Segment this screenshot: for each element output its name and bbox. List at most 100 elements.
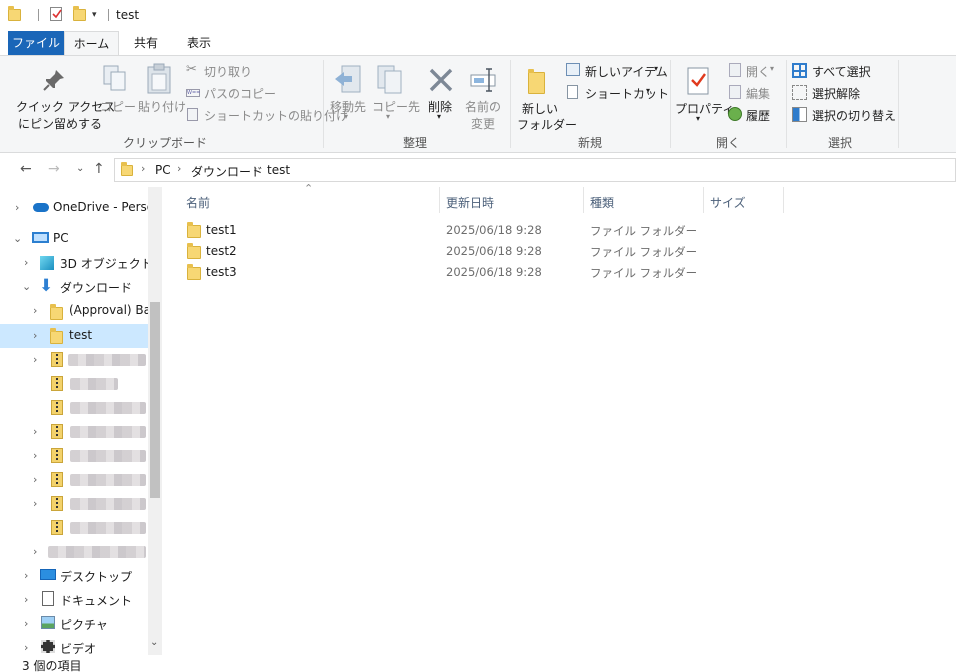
select-all-button[interactable]: すべて選択 (792, 62, 882, 80)
chevron-right-icon[interactable]: › (33, 449, 37, 462)
history-button[interactable]: 履歴 (728, 106, 780, 124)
recent-dropdown-icon[interactable]: ⌄ (76, 163, 84, 174)
rename-label-1: 名前の (465, 100, 502, 114)
move-to-button[interactable]: 移動先 ▾ (328, 60, 368, 126)
nav-item-onedrive[interactable]: › OneDrive - Personal (0, 196, 148, 220)
column-header-type[interactable]: 種類 (590, 194, 614, 211)
qa-separator (38, 9, 39, 21)
edit-button[interactable]: 編集 (728, 84, 780, 102)
chevron-right-icon[interactable]: › (33, 425, 37, 438)
breadcrumb-pc[interactable]: PC (155, 163, 171, 177)
chevron-right-icon[interactable]: › (24, 617, 28, 630)
back-button[interactable]: ← (20, 161, 32, 177)
chevron-right-icon[interactable]: › (33, 353, 37, 366)
chevron-down-icon[interactable]: ⌄ (13, 232, 22, 245)
rename-button[interactable]: 名前の 変更 (462, 60, 506, 131)
breadcrumb-test[interactable]: test (267, 163, 290, 177)
nav-item-redacted[interactable] (0, 372, 148, 396)
zip-folder-icon (51, 400, 63, 415)
open-button[interactable]: 開く ▾ (728, 62, 780, 80)
qa-dropdown-icon[interactable]: ▾ (92, 10, 97, 20)
chevron-right-icon[interactable]: › (24, 641, 28, 654)
redacted-label (70, 426, 146, 438)
nav-item-redacted[interactable]: › (0, 492, 148, 516)
cut-button[interactable]: ✂ 切り取り (186, 62, 256, 80)
nav-item-redacted[interactable] (0, 516, 148, 540)
column-header-name[interactable]: 名前 (186, 194, 210, 211)
chevron-right-icon[interactable]: › (33, 545, 37, 558)
new-item-button[interactable]: 新しいアイテム ▾ (566, 62, 668, 80)
tab-file[interactable]: ファイル (8, 31, 64, 56)
rename-icon (470, 68, 496, 92)
nav-item-pc[interactable]: ⌄ PC (0, 227, 148, 251)
chevron-right-icon[interactable]: › (24, 256, 28, 269)
paste-button[interactable]: 貼り付け (138, 60, 186, 120)
copy-button[interactable]: コピー (98, 60, 136, 120)
zip-folder-icon (51, 520, 63, 535)
invert-selection-button[interactable]: 選択の切り替え (792, 106, 896, 124)
nav-label: test (69, 328, 93, 342)
status-bar: 3 個の項目 (0, 655, 956, 672)
chevron-down-icon[interactable]: ⌄ (22, 280, 31, 293)
tab-view[interactable]: 表示 (174, 31, 224, 56)
scroll-down-icon[interactable]: ⌄ (150, 637, 158, 648)
new-folder-label-1: 新しい (522, 102, 559, 116)
copy-to-caret: ▾ (386, 112, 391, 121)
new-folder-button[interactable]: 新しい フォルダー (514, 60, 577, 132)
tab-share[interactable]: 共有 (122, 31, 170, 56)
nav-item-redacted[interactable] (0, 396, 148, 420)
select-none-button[interactable]: 選択解除 (792, 84, 882, 102)
delete-button[interactable]: 削除 ▾ (423, 60, 459, 126)
file-row[interactable]: test3 2025/06/18 9:28 ファイル フォルダー (182, 262, 697, 283)
nav-label: (Approval) Band (69, 303, 148, 317)
shortcut-button[interactable]: ショートカット ▾ (566, 84, 669, 102)
column-header-date[interactable]: 更新日時 (446, 194, 494, 211)
chevron-right-icon[interactable]: › (33, 497, 37, 510)
chevron-right-icon[interactable]: › (33, 473, 37, 486)
chevron-right-icon[interactable]: › (24, 569, 28, 582)
column-separator[interactable] (439, 187, 440, 213)
qa-separator-2 (108, 9, 109, 21)
copy-to-button[interactable]: コピー先 ▾ (370, 60, 420, 126)
address-bar[interactable]: › PC › ダウンロード › test (114, 158, 956, 182)
cut-label: 切り取り (204, 65, 253, 79)
column-separator[interactable] (703, 187, 704, 213)
paste-shortcut-button[interactable]: ショートカットの貼り付け (186, 106, 348, 124)
chevron-right-icon[interactable]: › (33, 329, 37, 342)
address-row: ← → ⌄ ↑ › PC › ダウンロード › test (0, 153, 956, 187)
breadcrumb-sep-icon: › (253, 162, 258, 175)
column-separator[interactable] (783, 187, 784, 213)
zip-folder-icon (51, 472, 63, 487)
new-folder-label-2: フォルダー (517, 118, 578, 132)
chevron-right-icon[interactable]: › (15, 201, 19, 214)
nav-item-downloads[interactable]: ⌄ ⬇ ダウンロード (0, 275, 148, 299)
nav-item-redacted[interactable]: › (0, 540, 148, 564)
file-row[interactable]: test1 2025/06/18 9:28 ファイル フォルダー (182, 220, 697, 241)
new-folder-qa-icon[interactable] (73, 6, 86, 21)
select-none-label: 選択解除 (812, 87, 861, 101)
nav-item-redacted[interactable]: › (0, 444, 148, 468)
tab-home[interactable]: ホーム (64, 31, 119, 56)
nav-item-approval[interactable]: › (Approval) Band (0, 299, 148, 323)
nav-item-redacted[interactable]: › (0, 420, 148, 444)
copy-path-button[interactable]: W== パスのコピー (186, 84, 276, 102)
file-row[interactable]: test2 2025/06/18 9:28 ファイル フォルダー (182, 241, 697, 262)
pin-button[interactable]: クイック アクセス にピン留めする (12, 60, 115, 131)
chevron-right-icon[interactable]: › (33, 304, 37, 317)
properties-button[interactable]: プロパティ ▾ (674, 60, 734, 130)
properties-qa-icon[interactable] (50, 7, 62, 21)
nav-item-documents[interactable]: › ドキュメント (0, 588, 148, 612)
nav-item-test[interactable]: › test (0, 324, 148, 348)
column-header-size[interactable]: サイズ (710, 194, 746, 211)
nav-item-desktop[interactable]: › デスクトップ (0, 564, 148, 588)
nav-item-redacted[interactable]: › (0, 348, 148, 372)
column-separator[interactable] (583, 187, 584, 213)
nav-item-pictures[interactable]: › ピクチャ (0, 612, 148, 636)
nav-item-redacted[interactable]: › (0, 468, 148, 492)
up-button[interactable]: ↑ (93, 161, 105, 177)
forward-button[interactable]: → (48, 161, 60, 177)
nav-scrollbar[interactable]: ⌄ (148, 187, 162, 659)
chevron-right-icon[interactable]: › (24, 593, 28, 606)
nav-scrollbar-thumb[interactable] (150, 302, 160, 498)
nav-item-3d-objects[interactable]: › 3D オブジェクト (0, 251, 148, 275)
